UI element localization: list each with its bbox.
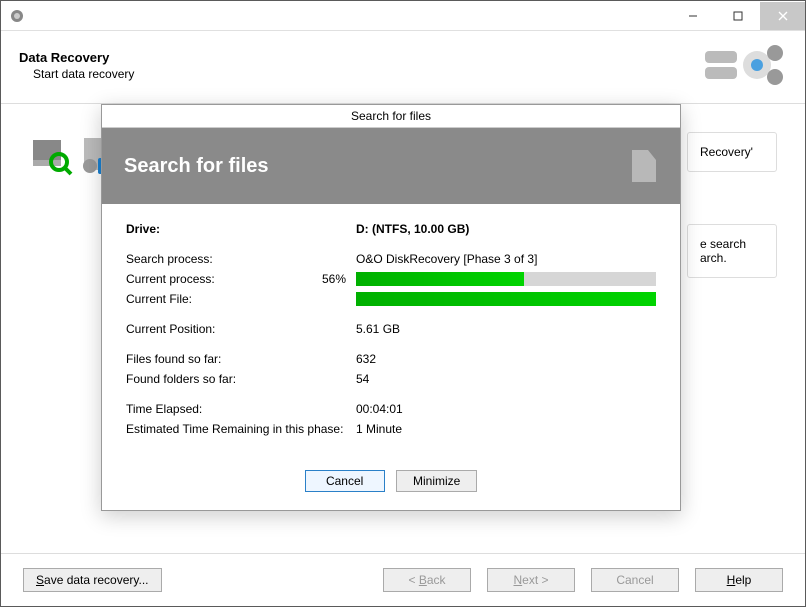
dialog-titlebar: Search for files	[102, 105, 680, 128]
main-window: Data Recovery Start data recovery Recove…	[0, 0, 806, 607]
folders-found-label: Found folders so far:	[126, 372, 356, 386]
bg-panel-2: e searcharch.	[687, 224, 777, 278]
drive-label: Drive:	[126, 222, 356, 236]
bg-panel-1: Recovery'	[687, 132, 777, 172]
next-button[interactable]: Next >	[487, 568, 575, 592]
dialog-cancel-button[interactable]: Cancel	[305, 470, 385, 492]
search-process-value: O&O DiskRecovery [Phase 3 of 3]	[356, 252, 656, 266]
dialog-header: Search for files	[102, 128, 680, 204]
current-position-label: Current Position:	[126, 322, 356, 336]
header-illustration	[697, 41, 787, 89]
files-found-label: Files found so far:	[126, 352, 356, 366]
page-title: Data Recovery	[19, 50, 134, 65]
time-elapsed-label: Time Elapsed:	[126, 402, 356, 416]
cancel-button[interactable]: Cancel	[591, 568, 679, 592]
document-icon	[630, 148, 658, 184]
current-process-progressbar	[356, 272, 656, 286]
close-window-button[interactable]	[760, 2, 805, 30]
app-icon	[9, 8, 25, 24]
help-button[interactable]: Help	[695, 568, 783, 592]
time-elapsed-value: 00:04:01	[356, 402, 656, 416]
drive-value: D: (NTFS, 10.00 GB)	[356, 222, 656, 236]
back-button[interactable]: < Back	[383, 568, 471, 592]
drive-search-icon	[29, 132, 73, 176]
current-file-progressbar	[356, 292, 656, 306]
maximize-window-button[interactable]	[715, 2, 760, 30]
search-dialog: Search for files Search for files Drive:…	[101, 104, 681, 511]
dialog-minimize-button[interactable]: Minimize	[396, 470, 477, 492]
folders-found-value: 54	[356, 372, 656, 386]
files-found-value: 632	[356, 352, 656, 366]
current-process-label: Current process:	[126, 272, 276, 286]
content-area: Recovery' e searcharch. Search for files…	[1, 104, 805, 553]
titlebar	[1, 1, 805, 31]
dialog-heading: Search for files	[124, 155, 269, 178]
eta-label: Estimated Time Remaining in this phase:	[126, 422, 356, 436]
search-process-label: Search process:	[126, 252, 356, 266]
eta-value: 1 Minute	[356, 422, 656, 436]
save-recovery-button[interactable]: Save data recovery...	[23, 568, 162, 592]
current-position-value: 5.61 GB	[356, 322, 656, 336]
minimize-window-button[interactable]	[670, 2, 715, 30]
wizard-footer: Save data recovery... < Back Next > Canc…	[1, 553, 805, 606]
page-subtitle: Start data recovery	[19, 67, 134, 81]
current-file-label: Current File:	[126, 292, 276, 306]
current-process-percent: 56%	[276, 272, 356, 286]
wizard-header: Data Recovery Start data recovery	[1, 31, 805, 104]
